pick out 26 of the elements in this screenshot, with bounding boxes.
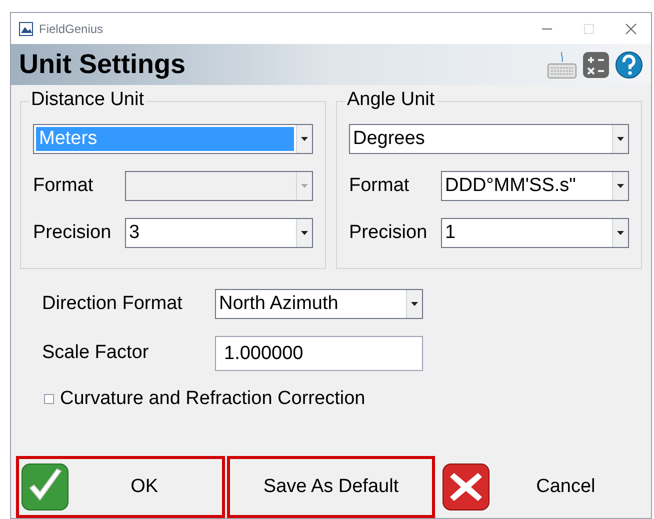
dropdown[interactable]: North Azimuth <box>215 289 423 319</box>
checkbox[interactable] <box>44 394 54 404</box>
page-title: Unit Settings <box>19 48 186 82</box>
ok-button[interactable]: OK <box>16 456 225 518</box>
save-default-button[interactable]: Save As Default <box>226 456 436 518</box>
field-label: Scale Factor <box>42 341 150 366</box>
dropdown[interactable]: 3 <box>125 218 313 248</box>
field-label: Format <box>349 174 410 198</box>
field-label: Direction Format <box>42 292 184 316</box>
dropdown[interactable]: Degrees <box>349 124 629 154</box>
dropdown[interactable]: 1 <box>441 218 629 248</box>
close-icon <box>442 463 490 511</box>
field-label: Precision <box>33 220 112 245</box>
field-label: Format <box>33 174 94 198</box>
checkmark-icon <box>21 463 69 511</box>
field-label: Precision <box>349 220 428 245</box>
calculator-icon[interactable] <box>583 52 609 78</box>
app-icon <box>19 22 33 36</box>
close-icon[interactable] <box>625 22 637 34</box>
dropdown[interactable]: DDD°MM'SS.s" <box>441 171 629 201</box>
group-title: Angle Unit <box>345 88 437 112</box>
checkbox-label[interactable]: Curvature and Refraction Correction <box>60 385 366 414</box>
help-icon[interactable] <box>615 50 643 78</box>
input-field[interactable]: 1.000000 <box>215 336 423 371</box>
cancel-button[interactable]: Cancel <box>437 456 646 518</box>
window-title: FieldGenius <box>39 20 104 38</box>
